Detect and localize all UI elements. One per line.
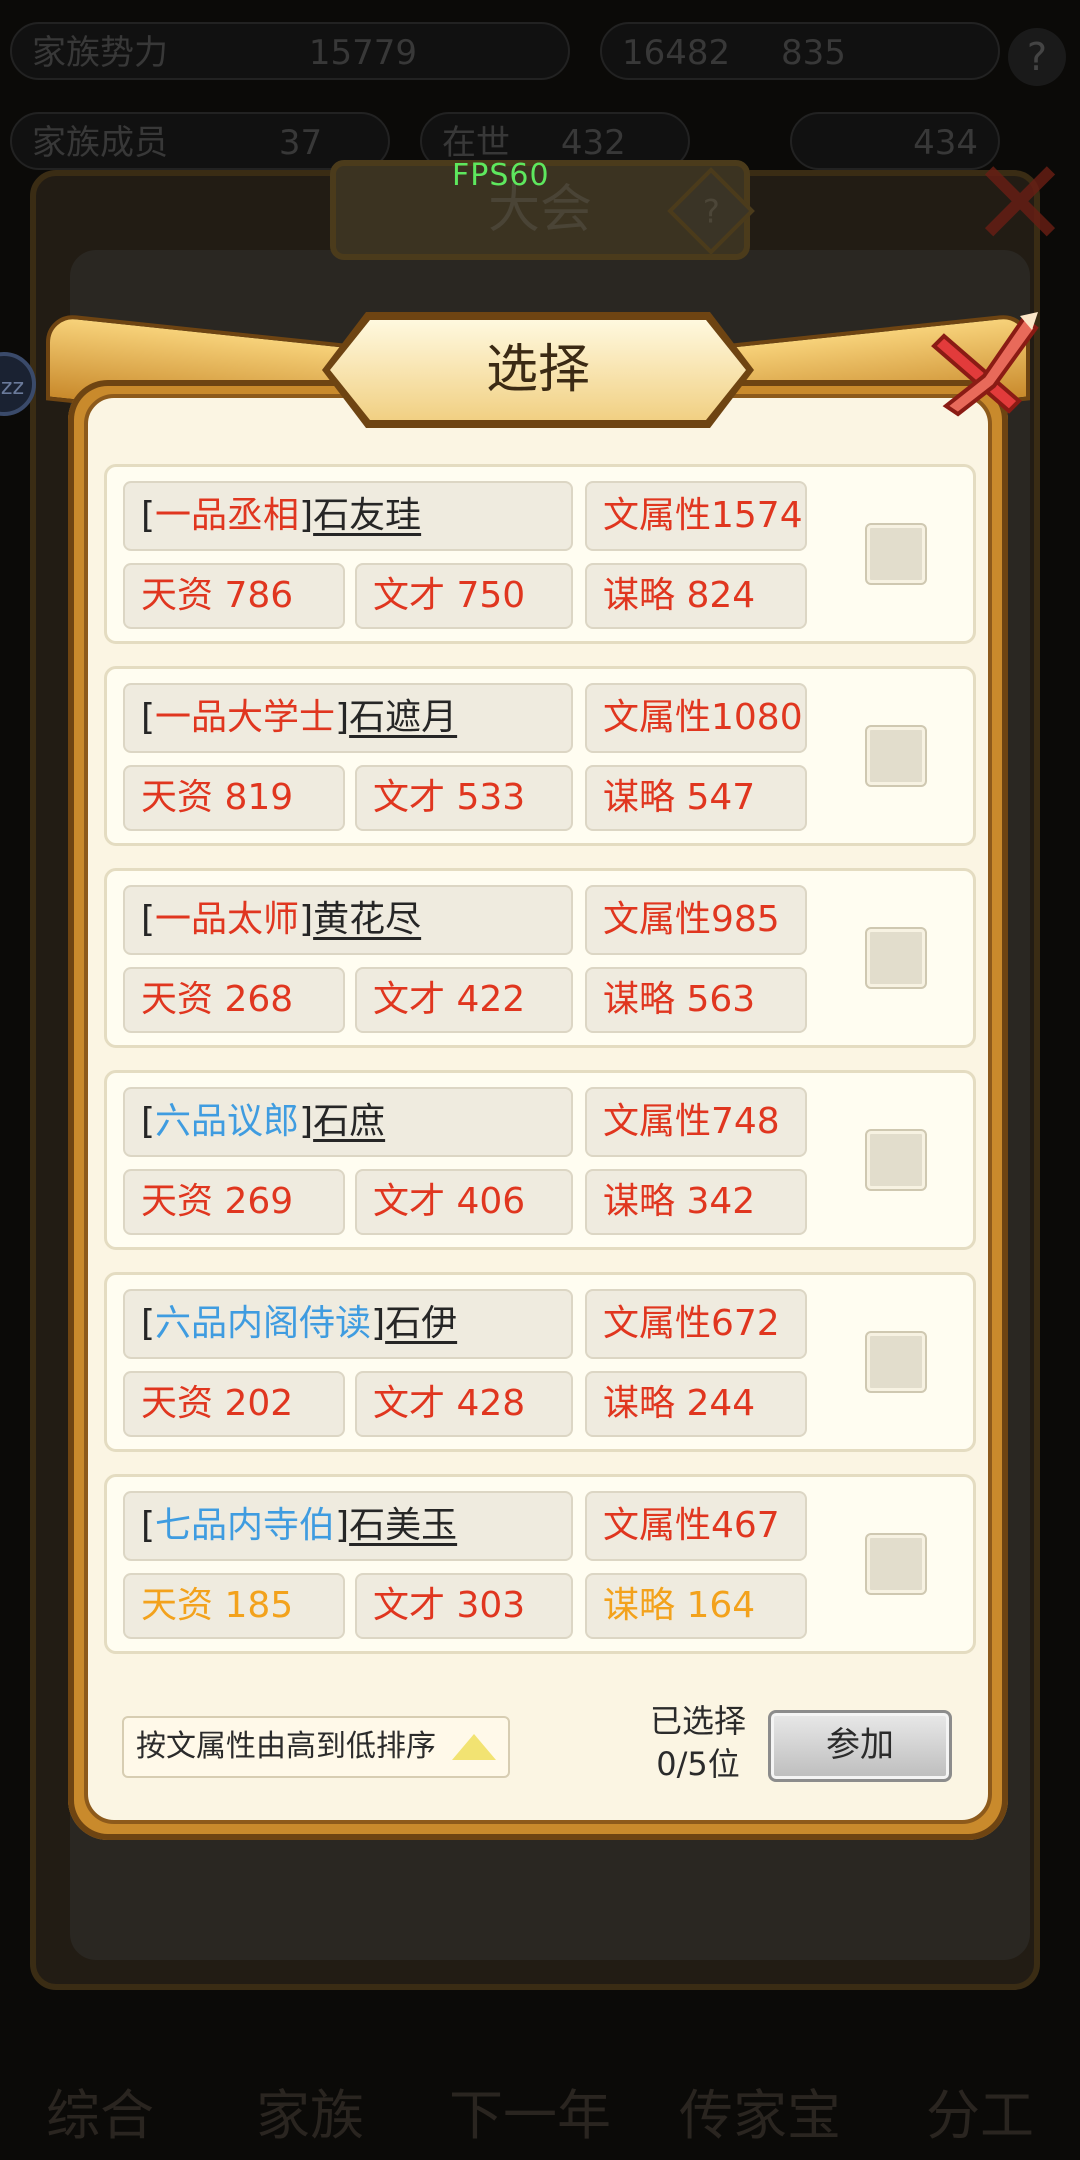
sort-triangle-icon — [452, 1734, 496, 1760]
member-name[interactable]: 石伊 — [385, 1303, 457, 1344]
member-name[interactable]: 石美玉 — [349, 1505, 457, 1546]
member-title-name: [七品内寺伯]石美玉 — [123, 1491, 573, 1561]
member-strategy: 谋略 563 — [585, 967, 807, 1033]
dialog-title: 选择 — [330, 320, 746, 420]
bg-resource-b: 835 — [780, 33, 846, 73]
member-attr: 文属性467 — [585, 1491, 807, 1561]
join-button[interactable]: 参加 — [768, 1710, 952, 1782]
member-name[interactable]: 石庶 — [313, 1101, 385, 1142]
member-literary: 文才 422 — [355, 967, 573, 1033]
selected-count: 0/5位 — [656, 1745, 740, 1783]
member-strategy: 谋略 164 — [585, 1573, 807, 1639]
bg-resource-a: 16482 — [622, 33, 731, 73]
member-talent: 天资 269 — [123, 1169, 345, 1235]
bg-members-value: 37 — [278, 123, 323, 163]
member-talent: 天资 185 — [123, 1573, 345, 1639]
bg-family-members: 家族成员 37 — [10, 112, 390, 170]
bg-resources: 16482 835 — [600, 22, 1000, 80]
member-title-name: [六品内阁侍读]石伊 — [123, 1289, 573, 1359]
member-rank: 一品丞相 — [155, 495, 300, 536]
fps-counter: FPS60 — [452, 158, 550, 193]
member-title-name: [六品议郎]石庶 — [123, 1087, 573, 1157]
member-name[interactable]: 黄花尽 — [313, 899, 421, 940]
member-rank: 一品大学士 — [155, 697, 336, 738]
member-literary: 文才 303 — [355, 1573, 573, 1639]
bg-members-label: 家族成员 — [32, 123, 168, 163]
member-rank: 一品太师 — [155, 899, 300, 940]
member-strategy: 谋略 244 — [585, 1371, 807, 1437]
member-select-checkbox[interactable] — [867, 1131, 925, 1189]
member-attr: 文属性748 — [585, 1087, 807, 1157]
bg-family-power: 家族势力 15779 — [10, 22, 570, 80]
member-title-name: [一品大学士]石遮月 — [123, 683, 573, 753]
selected-counter: 已选择 0/5位 — [628, 1700, 768, 1790]
bg-nav-heirloom: 传家宝 — [679, 2084, 841, 2147]
member-card: [六品议郎]石庶 文属性748 天资 269 文才 406 谋略 342 — [104, 1070, 976, 1250]
member-attr: 文属性672 — [585, 1289, 807, 1359]
bg-nav-family: 家族 — [256, 2084, 364, 2147]
member-title-name: [一品丞相]石友珪 — [123, 481, 573, 551]
close-icon — [931, 312, 1039, 417]
member-card: [一品大学士]石遮月 文属性1080 天资 819 文才 533 谋略 547 — [104, 666, 976, 846]
member-select-checkbox[interactable] — [867, 525, 925, 583]
member-rank: 六品议郎 — [155, 1101, 300, 1142]
member-literary: 文才 750 — [355, 563, 573, 629]
member-select-checkbox[interactable] — [867, 929, 925, 987]
member-literary: 文才 406 — [355, 1169, 573, 1235]
member-name[interactable]: 石遮月 — [349, 697, 457, 738]
member-attr: 文属性985 — [585, 885, 807, 955]
member-select-checkbox[interactable] — [867, 1535, 925, 1593]
member-card: [一品太师]黄花尽 文属性985 天资 268 文才 422 谋略 563 — [104, 868, 976, 1048]
sort-label: 按文属性由高到低排序 — [136, 1729, 436, 1764]
member-rank: 七品内寺伯 — [155, 1505, 336, 1546]
member-select-checkbox[interactable] — [867, 1333, 925, 1391]
member-talent: 天资 268 — [123, 967, 345, 1033]
member-attr: 文属性1574 — [585, 481, 807, 551]
bg-bottom-nav: 综合 家族 下一年 传家宝 分工 — [0, 1990, 1080, 2160]
bg-alive-value: 432 — [560, 123, 626, 163]
member-strategy: 谋略 547 — [585, 765, 807, 831]
member-card: [六品内阁侍读]石伊 文属性672 天资 202 文才 428 谋略 244 — [104, 1272, 976, 1452]
member-talent: 天资 786 — [123, 563, 345, 629]
bg-nav-division: 分工 — [926, 2084, 1034, 2147]
member-talent: 天资 819 — [123, 765, 345, 831]
member-card: [一品丞相]石友珪 文属性1574 天资 786 文才 750 谋略 824 — [104, 464, 976, 644]
member-list[interactable]: [一品丞相]石友珪 文属性1574 天资 786 文才 750 谋略 824 [… — [104, 464, 976, 1680]
bg-help-icon: ? — [1008, 28, 1066, 86]
member-strategy: 谋略 824 — [585, 563, 807, 629]
member-literary: 文才 428 — [355, 1371, 573, 1437]
member-title-name: [一品太师]黄花尽 — [123, 885, 573, 955]
bg-nav-next-year: 下一年 — [449, 2084, 611, 2147]
bg-alive-label: 在世 — [442, 123, 510, 163]
bg-close-icon: ✕ — [969, 135, 1071, 274]
bg-nav-summary: 综合 — [46, 2084, 154, 2147]
sort-button[interactable]: 按文属性由高到低排序 — [122, 1716, 510, 1778]
bg-family-power-value: 15779 — [308, 33, 417, 73]
member-card: [七品内寺伯]石美玉 文属性467 天资 185 文才 303 谋略 164 — [104, 1474, 976, 1654]
member-name[interactable]: 石友珪 — [313, 495, 421, 536]
member-rank: 六品内阁侍读 — [155, 1303, 372, 1344]
close-button[interactable] — [924, 306, 1044, 426]
member-attr: 文属性1080 — [585, 683, 807, 753]
bg-family-power-label: 家族势力 — [32, 33, 168, 73]
member-strategy: 谋略 342 — [585, 1169, 807, 1235]
member-talent: 天资 202 — [123, 1371, 345, 1437]
member-select-checkbox[interactable] — [867, 727, 925, 785]
selected-label: 已选择 — [649, 1702, 746, 1740]
member-literary: 文才 533 — [355, 765, 573, 831]
